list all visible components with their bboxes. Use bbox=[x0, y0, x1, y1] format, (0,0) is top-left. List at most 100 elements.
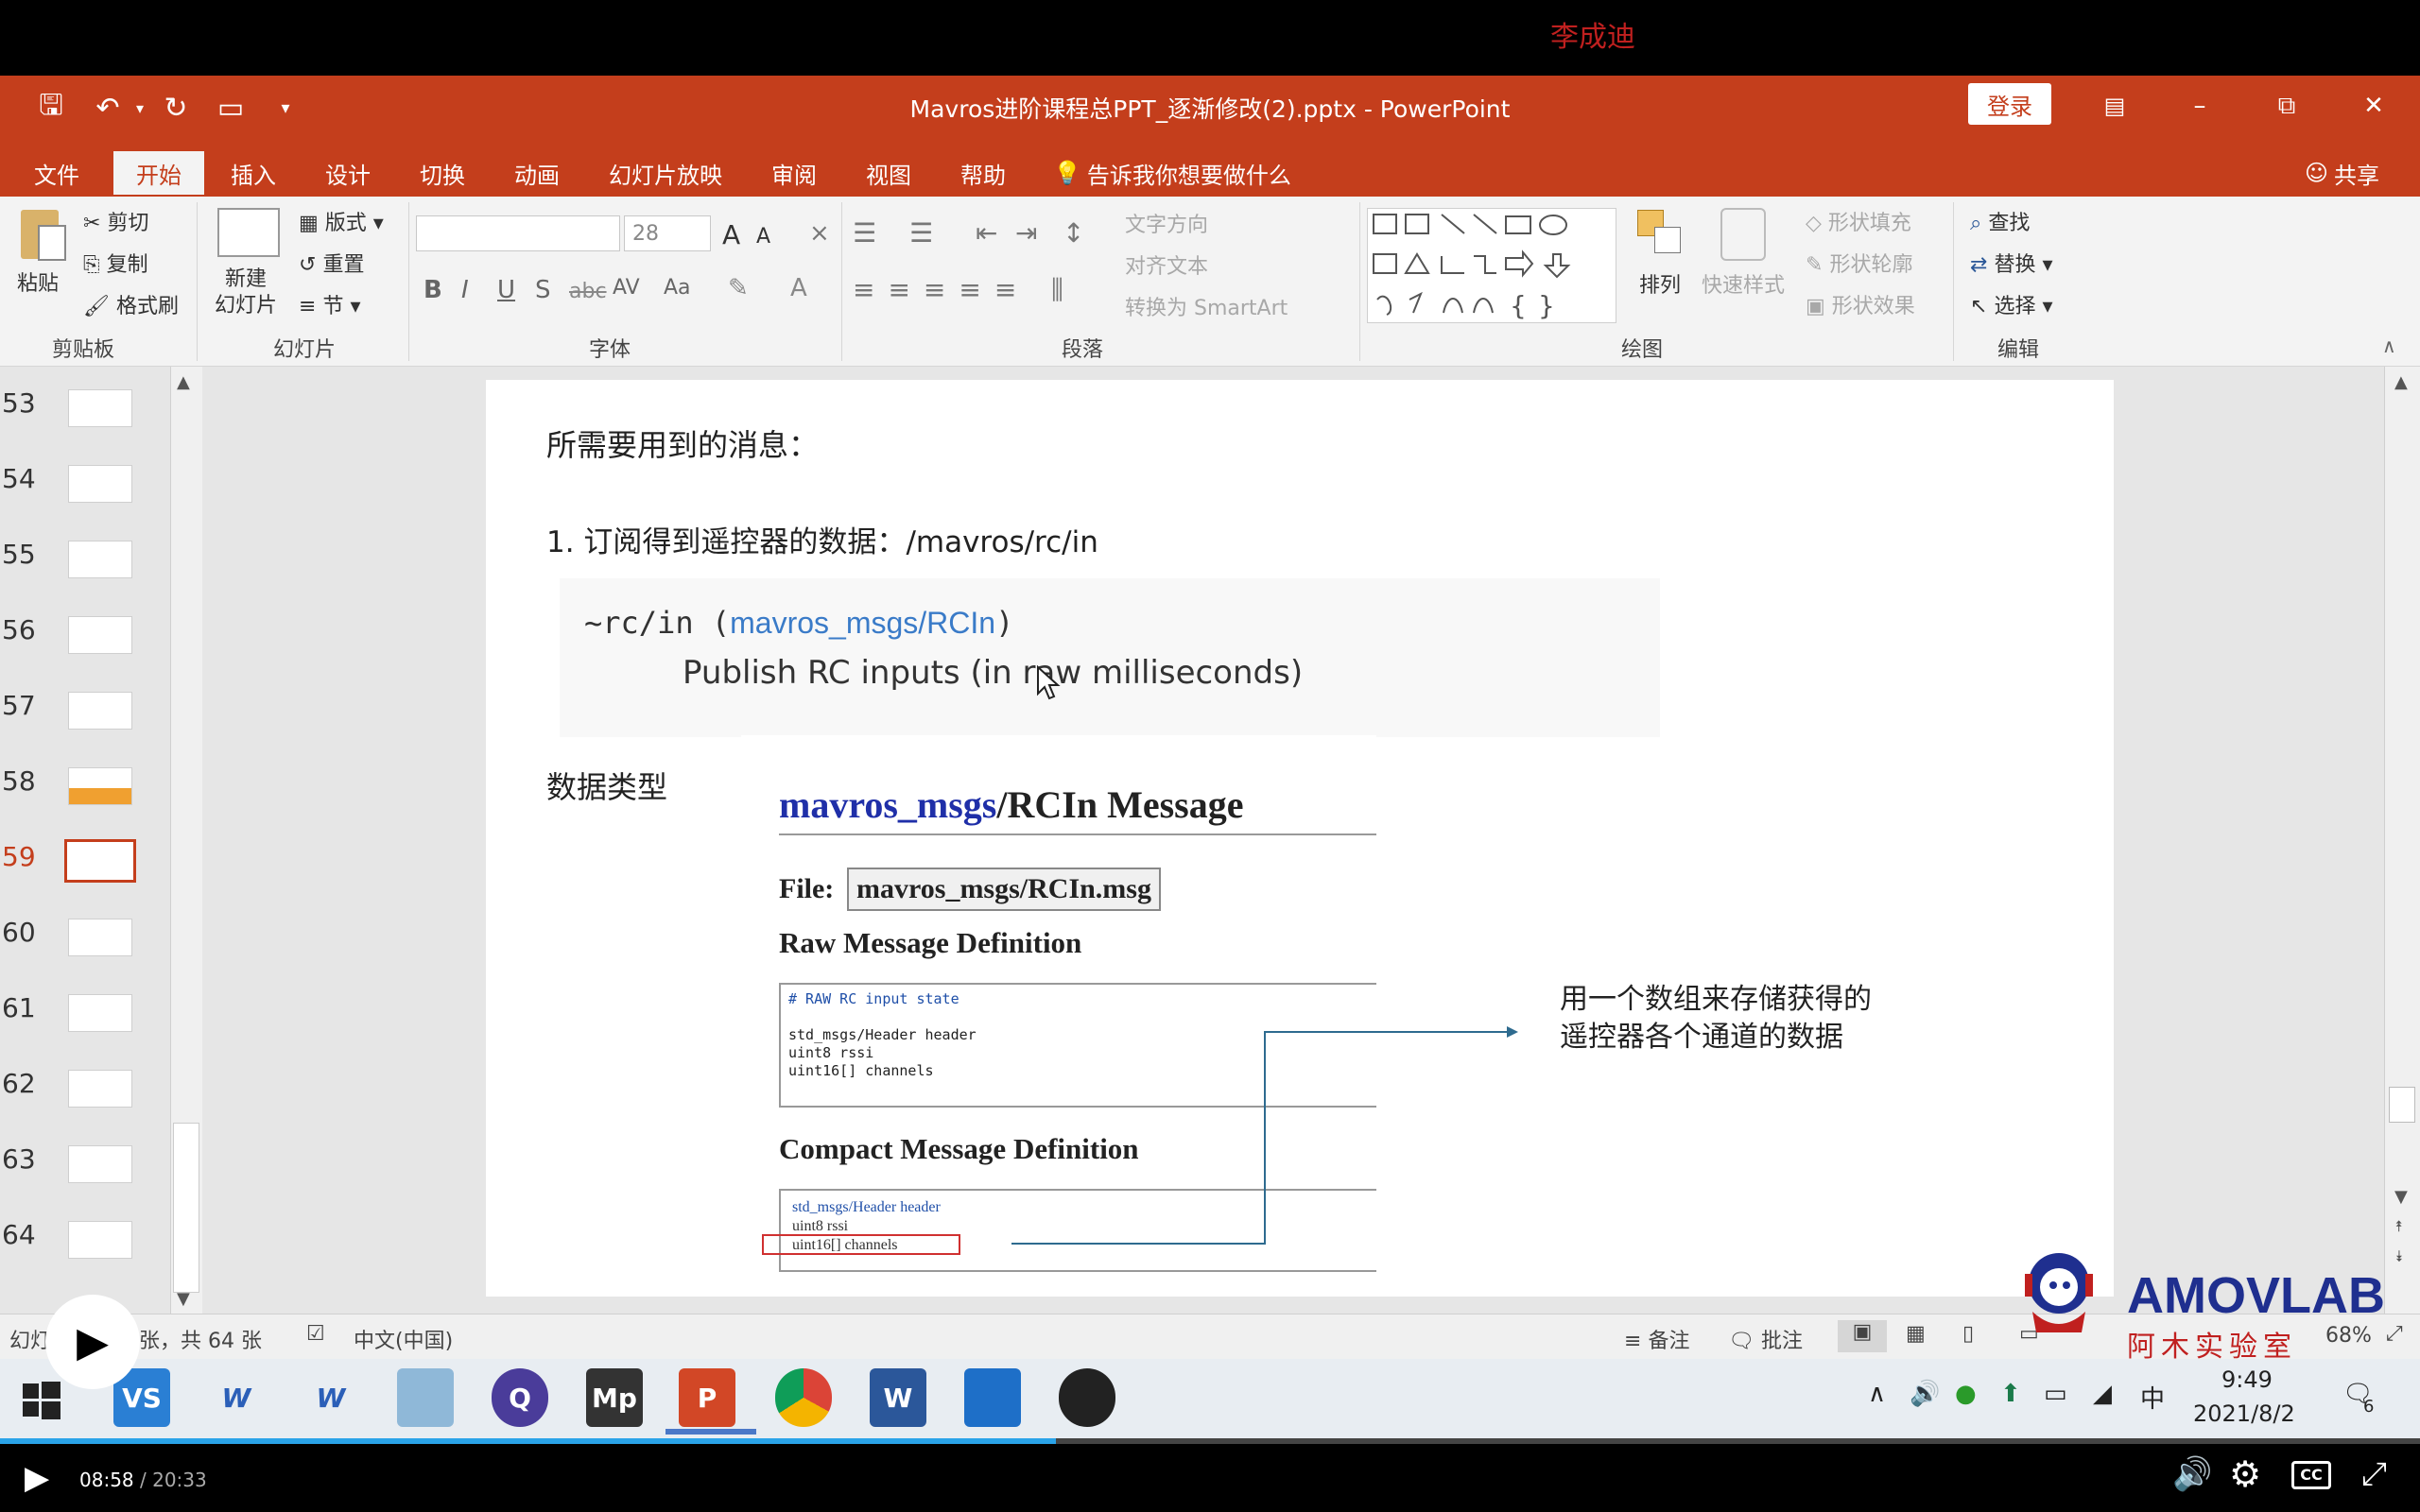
font-size-field[interactable]: 28 bbox=[624, 215, 711, 251]
clear-format-icon[interactable]: ⨯ bbox=[809, 219, 830, 248]
photos-taskbar-icon[interactable] bbox=[964, 1368, 1021, 1427]
spellcheck-icon[interactable]: ☑ bbox=[306, 1322, 325, 1346]
slide-thumbnail[interactable] bbox=[68, 767, 132, 805]
slide-thumbnail[interactable] bbox=[68, 1145, 132, 1183]
ribbon-display-icon[interactable]: ▤ bbox=[2091, 87, 2138, 125]
align-text-button[interactable]: 对齐文本 bbox=[1125, 249, 1208, 280]
minimize-icon[interactable]: – bbox=[2176, 87, 2223, 125]
tab-home[interactable]: 开始 bbox=[113, 151, 204, 195]
arrange-button[interactable]: 排列 bbox=[1639, 268, 1681, 299]
normal-view-icon[interactable]: ▣ bbox=[1838, 1320, 1887, 1352]
login-button[interactable]: 登录 bbox=[1968, 83, 2051, 125]
windows-start-icon[interactable] bbox=[23, 1382, 60, 1419]
play-icon[interactable]: ▶ bbox=[25, 1459, 49, 1497]
bullets-icon[interactable]: ☰ bbox=[853, 217, 876, 249]
slide-thumbnail[interactable] bbox=[68, 389, 132, 427]
shape-fill-button[interactable]: ◇ 形状填充 bbox=[1806, 206, 1911, 236]
layout-button[interactable]: ▦ 版式 ▾ bbox=[299, 206, 384, 236]
slide-thumbnail[interactable] bbox=[68, 994, 132, 1032]
slide-canvas[interactable]: 所需要用到的消息： 1. 订阅得到遥控器的数据：/mavros/rc/in ~r… bbox=[486, 380, 2114, 1297]
chrome-taskbar-icon[interactable] bbox=[775, 1368, 832, 1427]
language-indicator[interactable]: 中文(中国) bbox=[354, 1324, 453, 1354]
exit-fullscreen-icon[interactable]: ⤢ bbox=[2361, 1455, 2387, 1493]
char-spacing-button[interactable]: AV bbox=[613, 276, 640, 300]
battery-tray-icon[interactable]: ▭ bbox=[2044, 1380, 2067, 1408]
winscp2-taskbar-icon[interactable]: W bbox=[302, 1368, 359, 1427]
slide-sorter-icon[interactable]: ▦ bbox=[1906, 1322, 1926, 1346]
quick-styles-button[interactable]: 快速样式 bbox=[1702, 268, 1785, 299]
copy-button[interactable]: ⎘ 复制 bbox=[83, 248, 148, 278]
tab-transitions[interactable]: 切换 bbox=[406, 151, 478, 195]
text-direction-button[interactable]: 文字方向 bbox=[1125, 208, 1208, 238]
powerpoint-taskbar-icon[interactable]: P bbox=[679, 1368, 735, 1427]
network-tray-icon[interactable]: ◢ bbox=[2093, 1380, 2112, 1408]
slide-thumbnail-selected[interactable] bbox=[64, 839, 136, 883]
italic-button[interactable]: I bbox=[461, 276, 469, 304]
mission-planner-taskbar-icon[interactable]: Mp bbox=[586, 1368, 643, 1427]
scroll-up-icon[interactable]: ▲ bbox=[177, 372, 190, 392]
select-button[interactable]: ↖ 选择 ▾ bbox=[1970, 289, 2053, 319]
font-name-field[interactable] bbox=[416, 215, 620, 251]
scroll-down-icon[interactable]: ▼ bbox=[2394, 1187, 2408, 1207]
fit-slide-icon[interactable]: ⤢ bbox=[2386, 1322, 2403, 1346]
slide-vertical-scrollbar[interactable]: ▲ ▼ ⯭ ⯯ bbox=[2384, 367, 2420, 1314]
previous-slide-icon[interactable]: ⯭ bbox=[2394, 1217, 2404, 1236]
shadow-button[interactable]: S bbox=[535, 276, 551, 304]
sync-tray-icon[interactable]: ⬆ bbox=[2000, 1380, 2021, 1408]
convert-smartart-button[interactable]: 转换为 SmartArt bbox=[1125, 291, 1288, 321]
alignment-icons[interactable]: ≡≡≡≡≡ bbox=[853, 274, 1029, 305]
shapes-gallery[interactable]: { } bbox=[1367, 208, 1616, 323]
big-play-button[interactable]: ▶ bbox=[45, 1295, 140, 1389]
decrease-indent-icon[interactable]: ⇤ bbox=[976, 217, 997, 249]
tab-view[interactable]: 视图 bbox=[853, 151, 925, 195]
bold-button[interactable]: B bbox=[424, 276, 442, 304]
collapse-ribbon-icon[interactable]: ∧ bbox=[2382, 335, 2396, 357]
video-progress-track[interactable] bbox=[0, 1438, 2420, 1444]
highlight-icon[interactable]: ✎ bbox=[728, 274, 749, 302]
winscp-taskbar-icon[interactable]: W bbox=[208, 1368, 265, 1427]
reading-view-icon[interactable]: ▯ bbox=[1962, 1322, 1974, 1346]
format-painter-button[interactable]: 🖌 格式刷 bbox=[83, 289, 179, 319]
next-slide-icon[interactable]: ⯯ bbox=[2394, 1247, 2404, 1266]
slide-thumbnail[interactable] bbox=[68, 692, 132, 730]
columns-icon[interactable]: ⫼ bbox=[1051, 274, 1063, 306]
grow-font-button[interactable]: A bbox=[722, 219, 740, 250]
replace-button[interactable]: ⇄ 替换 ▾ bbox=[1970, 248, 2053, 278]
tab-file[interactable]: 文件 bbox=[21, 151, 93, 195]
qgc-taskbar-icon[interactable]: Q bbox=[492, 1368, 548, 1427]
tab-help[interactable]: 帮助 bbox=[947, 151, 1019, 195]
tell-me-search[interactable]: 💡 告诉我你想要做什么 bbox=[1040, 151, 1305, 195]
comments-button[interactable]: 🗨 批注 bbox=[1728, 1324, 1803, 1354]
scroll-up-icon[interactable]: ▲ bbox=[2394, 372, 2408, 392]
tab-design[interactable]: 设计 bbox=[312, 151, 384, 195]
ime-indicator[interactable]: 中 bbox=[2140, 1380, 2165, 1415]
volume-icon[interactable]: 🔊 bbox=[2172, 1455, 2212, 1493]
scrollbar-thumb[interactable] bbox=[2389, 1087, 2415, 1123]
find-button[interactable]: ⌕ 查找 bbox=[1970, 206, 2030, 236]
font-color-icon[interactable]: A bbox=[790, 274, 807, 302]
change-case-button[interactable]: Aa bbox=[664, 276, 691, 300]
new-slide-button[interactable]: 新建 幻灯片 bbox=[206, 266, 285, 319]
reset-button[interactable]: ↺ 重置 bbox=[299, 248, 364, 278]
shape-effects-button[interactable]: ▣ 形状效果 bbox=[1806, 289, 1915, 319]
underline-button[interactable]: U bbox=[497, 276, 515, 304]
tray-chevron-icon[interactable]: ∧ bbox=[1868, 1380, 1886, 1408]
numbering-icon[interactable]: ☰ bbox=[909, 217, 933, 249]
notes-taskbar-icon[interactable] bbox=[397, 1368, 454, 1427]
restore-icon[interactable]: ⧉ bbox=[2263, 87, 2310, 125]
zoom-level[interactable]: 68% bbox=[2325, 1324, 2372, 1348]
volume-tray-icon[interactable]: 🔊 bbox=[1910, 1380, 1940, 1408]
notes-button[interactable]: ≡ 备注 bbox=[1624, 1324, 1689, 1354]
scroll-down-icon[interactable]: ▼ bbox=[177, 1289, 190, 1309]
cut-button[interactable]: ✂ 剪切 bbox=[83, 206, 148, 236]
tab-animations[interactable]: 动画 bbox=[501, 151, 573, 195]
strikethrough-button[interactable]: abc bbox=[569, 280, 607, 303]
slide-thumbnail[interactable] bbox=[68, 1070, 132, 1108]
paste-button[interactable]: 粘贴 bbox=[17, 266, 59, 297]
shrink-font-button[interactable]: A bbox=[756, 225, 770, 249]
share-button[interactable]: ☺ 共享 bbox=[2291, 151, 2393, 195]
increase-indent-icon[interactable]: ⇥ bbox=[1015, 217, 1037, 249]
close-icon[interactable]: ✕ bbox=[2350, 87, 2397, 125]
slide-thumbnail[interactable] bbox=[68, 1221, 132, 1259]
wechat-tray-icon[interactable]: ● bbox=[1955, 1380, 1977, 1408]
